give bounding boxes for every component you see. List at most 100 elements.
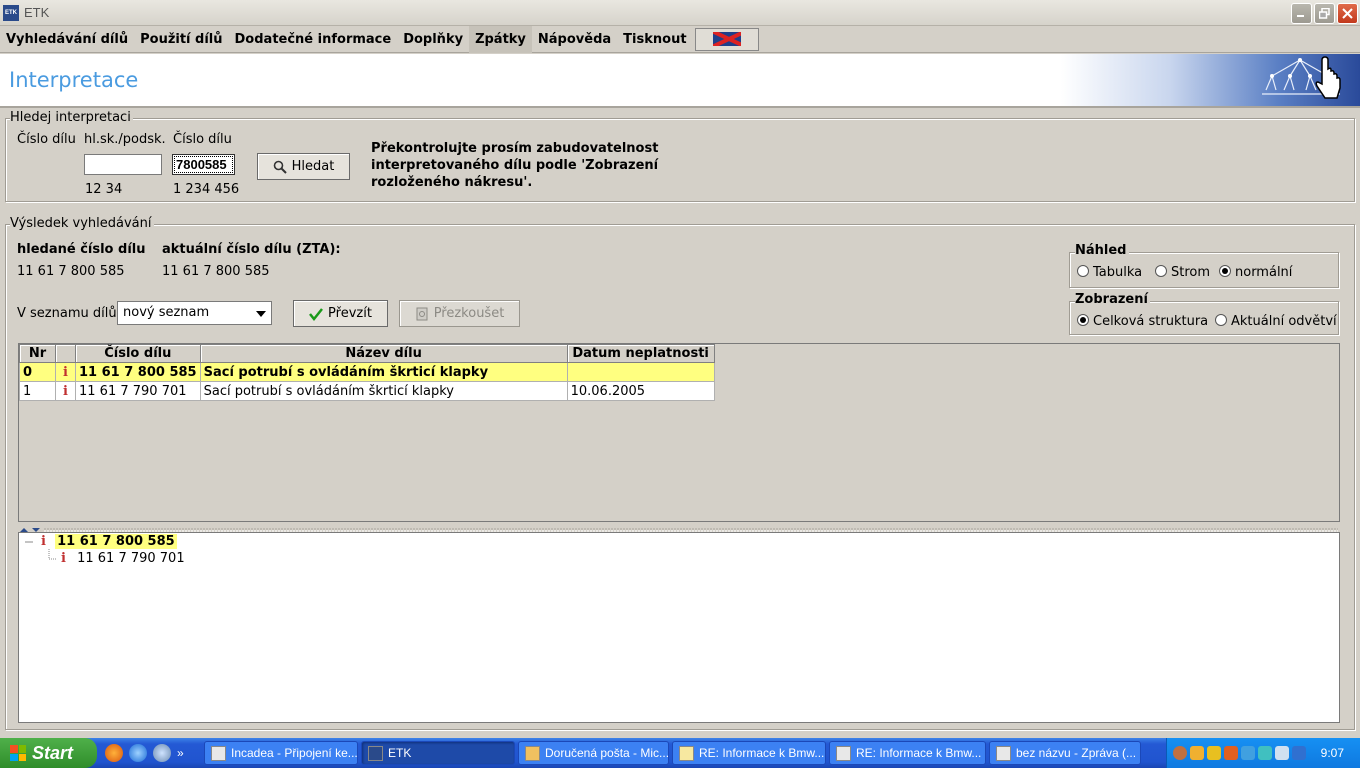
info-icon[interactable]: i: [55, 362, 76, 382]
list-label: V seznamu dílů: [17, 306, 117, 321]
menu-vyhledavani-dilu[interactable]: Vyhledávání dílů: [0, 26, 134, 53]
task-label: Incadea - Připojení ke...: [231, 746, 358, 760]
structure-hand-icon: [1262, 56, 1341, 99]
app-quick-icon[interactable]: [153, 744, 171, 762]
tray-display-icon[interactable]: [1275, 746, 1289, 760]
radio-normalni-label: normální: [1235, 265, 1293, 280]
table-header: Nr Číslo dílu Název dílu Datum neplatnos…: [19, 344, 715, 363]
hint-part-number: 1 234 456: [173, 182, 240, 197]
tray-sync-icon[interactable]: [1258, 746, 1272, 760]
col-expiry-date[interactable]: Datum neplatnosti: [566, 344, 715, 363]
hint-hlsk: 12 34: [85, 182, 123, 197]
start-label: Start: [32, 742, 74, 763]
searched-part-label: hledané číslo dílu: [17, 242, 146, 257]
windows-logo-icon: [10, 745, 26, 761]
menu-napoveda[interactable]: Nápověda: [532, 26, 617, 53]
part-number-input[interactable]: [172, 154, 235, 175]
task-label: RE: Informace k Bmw...: [699, 746, 825, 760]
task-label: bez názvu - Zpráva (...: [1016, 746, 1137, 760]
info-icon[interactable]: i: [55, 381, 76, 401]
menu-doplnky[interactable]: Doplňky: [397, 26, 469, 53]
tray-network-icon[interactable]: [1241, 746, 1255, 760]
col-nr[interactable]: Nr: [19, 344, 56, 363]
cell-expiry-date: [566, 362, 715, 382]
task-mail-3[interactable]: bez názvu - Zpráva (...: [989, 741, 1141, 765]
cell-nr: 0: [19, 362, 56, 382]
col-icon[interactable]: [55, 344, 76, 363]
close-button[interactable]: [1337, 3, 1358, 24]
radio-celkova-label: Celková struktura: [1093, 314, 1209, 329]
mail-icon: [836, 745, 851, 761]
uk-flag-icon: [712, 32, 741, 46]
mail-icon: [679, 745, 694, 761]
radio-circle: [1215, 314, 1227, 326]
task-mail-1[interactable]: RE: Informace k Bmw...: [672, 741, 826, 765]
radio-tabulka-label: Tabulka: [1093, 265, 1143, 280]
task-outlook-inbox[interactable]: Doručená pošta - Mic...: [518, 741, 669, 765]
outlook-icon: [525, 745, 540, 761]
close-icon: [1342, 8, 1353, 19]
tree-node-label: 11 61 7 790 701: [77, 551, 185, 566]
start-button[interactable]: Start: [0, 738, 97, 768]
task-label: Doručená pošta - Mic...: [545, 746, 669, 760]
radio-circle-selected: [1077, 314, 1089, 326]
restore-icon: [1319, 8, 1330, 19]
tray-security-icon[interactable]: [1224, 746, 1238, 760]
col-part-number[interactable]: Číslo dílu: [75, 344, 201, 363]
page-title: Interpretace: [9, 68, 139, 92]
header-banner: Interpretace: [0, 54, 1360, 108]
cell-part-name: Sací potrubí s ovládáním škrticí klapky: [199, 362, 568, 382]
tree-node-child[interactable]: i 11 61 7 790 701: [61, 551, 185, 566]
table-row[interactable]: 0 i 11 61 7 800 585 Sací potrubí s ovlád…: [19, 362, 715, 382]
current-part-value: 11 61 7 800 585: [162, 264, 270, 279]
search-button-label: Hledat: [291, 159, 335, 174]
take-over-button[interactable]: Převzít: [293, 300, 388, 327]
task-etk[interactable]: ETK: [361, 741, 515, 765]
tray-skype-icon[interactable]: [1292, 746, 1306, 760]
clock[interactable]: 9:07: [1321, 746, 1344, 760]
task-label: ETK: [388, 746, 412, 760]
menu-dodatecne-informace[interactable]: Dodatečné informace: [229, 26, 398, 53]
menu-zpatky[interactable]: Zpátky: [469, 25, 532, 53]
restore-button[interactable]: [1314, 3, 1335, 24]
radio-normalni[interactable]: normální: [1219, 265, 1292, 280]
info-icon[interactable]: i: [61, 551, 66, 566]
check-document-icon: [416, 307, 428, 320]
search-button[interactable]: Hledat: [257, 153, 350, 180]
list-select[interactable]: nový seznam: [117, 301, 272, 325]
app-icon: ETK: [3, 4, 19, 21]
tray-expand-icon[interactable]: [1173, 746, 1187, 760]
firefox-icon[interactable]: [105, 744, 123, 762]
radio-aktualni-odvetvi[interactable]: Aktuální odvětví: [1215, 314, 1337, 329]
minimize-button[interactable]: [1291, 3, 1312, 24]
check-button[interactable]: Přezkoušet: [399, 300, 520, 327]
result-group-title: Výsledek vyhledávání: [10, 216, 154, 231]
table-row[interactable]: 1 i 11 61 7 790 701 Sací potrubí s ovlád…: [19, 381, 715, 401]
cell-part-number: 11 61 7 800 585: [75, 362, 201, 382]
minimize-icon: [1297, 15, 1304, 17]
tree-node-root[interactable]: i 11 61 7 800 585: [41, 534, 177, 549]
menu-pouziti-dilu[interactable]: Použití dílů: [134, 26, 228, 53]
check-label: Přezkoušet: [433, 306, 505, 321]
more-chevron-icon[interactable]: »: [177, 746, 184, 760]
mail-icon: [996, 745, 1011, 761]
splitter[interactable]: [18, 523, 1340, 532]
task-app-icon: [211, 745, 226, 761]
radio-strom[interactable]: Strom: [1155, 265, 1210, 280]
task-incadea[interactable]: Incadea - Připojení ke...: [204, 741, 358, 765]
info-icon[interactable]: i: [41, 534, 46, 549]
radio-celkova-struktura[interactable]: Celková struktura: [1077, 314, 1208, 329]
list-select-value: nový seznam: [123, 305, 210, 320]
results-grid: Nr Číslo dílu Název dílu Datum neplatnos…: [19, 344, 715, 401]
system-tray: 9:07: [1166, 738, 1360, 768]
hlsk-input[interactable]: [84, 154, 162, 175]
language-button[interactable]: [694, 27, 759, 51]
task-mail-2[interactable]: RE: Informace k Bmw...: [829, 741, 986, 765]
radio-tabulka[interactable]: Tabulka: [1077, 265, 1142, 280]
bell-icon[interactable]: [1207, 746, 1221, 760]
menu-tisknout[interactable]: Tisknout: [617, 26, 692, 53]
tray-app-icon[interactable]: [1190, 746, 1204, 760]
ie-icon[interactable]: [129, 744, 147, 762]
col-part-name[interactable]: Název dílu: [199, 344, 568, 363]
radio-strom-label: Strom: [1171, 265, 1211, 280]
